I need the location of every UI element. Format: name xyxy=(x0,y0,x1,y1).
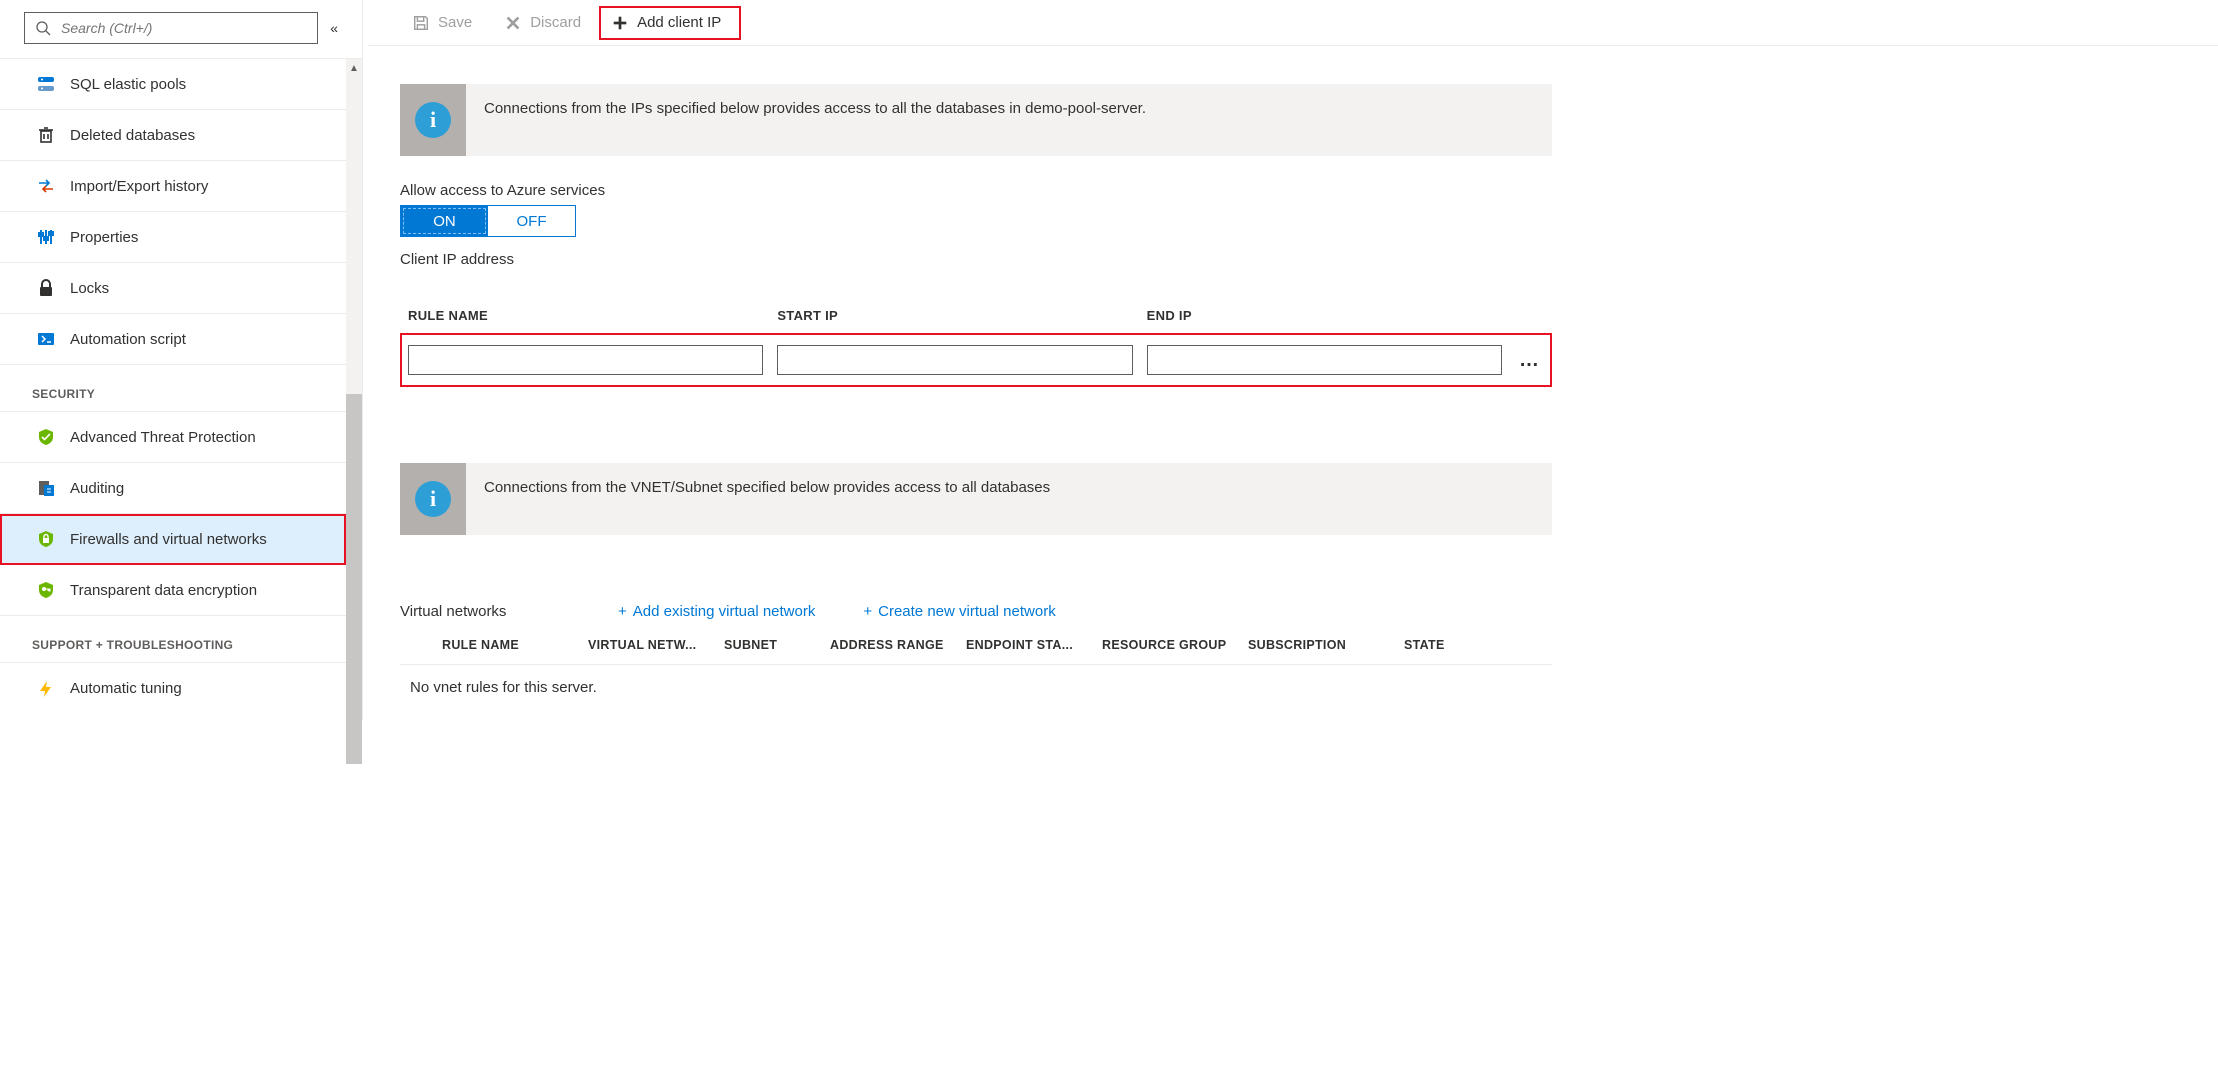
col-state: STATE xyxy=(1404,638,1464,652)
info-banner-ips: i Connections from the IPs specified bel… xyxy=(400,84,1552,156)
properties-icon xyxy=(36,227,56,247)
save-icon xyxy=(412,14,430,32)
shield-key-icon xyxy=(36,580,56,600)
vnet-table-header: RULE NAME VIRTUAL NETW... SUBNET ADDRESS… xyxy=(400,638,1552,665)
discard-icon xyxy=(504,14,522,32)
link-label: Add existing virtual network xyxy=(633,603,816,620)
shield-check-icon xyxy=(36,427,56,447)
main-content: Save Discard Add client IP i Connections… xyxy=(368,0,2218,720)
sidebar-item-label: Firewalls and virtual networks xyxy=(70,531,267,548)
sidebar-item-auditing[interactable]: Auditing xyxy=(0,463,346,514)
info-text: Connections from the VNET/Subnet specifi… xyxy=(466,463,1068,535)
vnet-actions: Virtual networks + Add existing virtual n… xyxy=(400,603,1552,620)
shield-lock-icon xyxy=(36,529,56,549)
trash-icon xyxy=(36,125,56,145)
start-ip-input[interactable] xyxy=(777,345,1132,375)
sidebar-item-deleted-databases[interactable]: Deleted databases xyxy=(0,110,346,161)
sidebar-item-label: Import/Export history xyxy=(70,178,208,195)
sidebar-item-transparent-data-encryption[interactable]: Transparent data encryption xyxy=(0,565,346,616)
sidebar-item-label: SQL elastic pools xyxy=(70,76,186,93)
search-input[interactable] xyxy=(51,20,307,36)
end-ip-input[interactable] xyxy=(1147,345,1502,375)
sidebar-scrollbar[interactable]: ▲ xyxy=(346,59,362,714)
save-button[interactable]: Save xyxy=(398,8,486,38)
virtual-networks-label: Virtual networks xyxy=(400,603,570,620)
sidebar: « SQL elastic pools Deleted databases Im… xyxy=(0,0,362,720)
sidebar-item-automatic-tuning[interactable]: Automatic tuning xyxy=(0,663,346,714)
auditing-icon xyxy=(36,478,56,498)
firewall-rule-row: … xyxy=(400,333,1552,387)
sidebar-item-locks[interactable]: Locks xyxy=(0,263,346,314)
sidebar-item-label: Transparent data encryption xyxy=(70,582,257,599)
lock-icon xyxy=(36,278,56,298)
toggle-on[interactable]: ON xyxy=(401,206,488,236)
search-box[interactable] xyxy=(24,12,318,44)
sidebar-item-properties[interactable]: Properties xyxy=(0,212,346,263)
sidebar-item-label: Locks xyxy=(70,280,109,297)
add-client-ip-button[interactable]: Add client IP xyxy=(599,6,741,40)
create-new-vnet-button[interactable]: + Create new virtual network xyxy=(863,603,1055,620)
plus-icon: + xyxy=(618,603,627,620)
col-virtual-network: VIRTUAL NETW... xyxy=(588,638,718,652)
client-ip-address-label: Client IP address xyxy=(400,251,1552,268)
row-more-button[interactable]: … xyxy=(1516,349,1544,372)
discard-label: Discard xyxy=(530,14,581,31)
vnet-empty-message: No vnet rules for this server. xyxy=(400,665,1552,710)
sidebar-item-sql-elastic-pools[interactable]: SQL elastic pools xyxy=(0,59,346,110)
bolt-icon xyxy=(36,679,56,699)
sidebar-item-automation-script[interactable]: Automation script xyxy=(0,314,346,365)
toolbar: Save Discard Add client IP xyxy=(368,0,2218,46)
col-rule-name: RULE NAME xyxy=(408,308,763,323)
col-subnet: SUBNET xyxy=(724,638,824,652)
info-icon: i xyxy=(415,102,451,138)
sidebar-item-label: Automatic tuning xyxy=(70,680,182,697)
info-banner-vnet: i Connections from the VNET/Subnet speci… xyxy=(400,463,1552,535)
collapse-sidebar-button[interactable]: « xyxy=(330,20,338,36)
search-icon xyxy=(35,20,51,36)
save-label: Save xyxy=(438,14,472,31)
col-address-range: ADDRESS RANGE xyxy=(830,638,960,652)
plus-icon xyxy=(611,14,629,32)
sidebar-item-firewalls-virtual-networks[interactable]: Firewalls and virtual networks xyxy=(0,514,346,565)
sidebar-item-import-export-history[interactable]: Import/Export history xyxy=(0,161,346,212)
import-export-icon xyxy=(36,176,56,196)
col-subscription: SUBSCRIPTION xyxy=(1248,638,1398,652)
scrollbar-up-arrow[interactable]: ▲ xyxy=(346,59,362,77)
plus-icon: + xyxy=(863,603,872,620)
col-start-ip: START IP xyxy=(777,308,1132,323)
col-rule-name: RULE NAME xyxy=(442,638,582,652)
col-resource-group: RESOURCE GROUP xyxy=(1102,638,1242,652)
col-end-ip: END IP xyxy=(1147,308,1502,323)
info-icon-box: i xyxy=(400,84,466,156)
sidebar-item-label: Automation script xyxy=(70,331,186,348)
section-header-support: SUPPORT + TROUBLESHOOTING xyxy=(0,616,346,663)
section-header-security: SECURITY xyxy=(0,365,346,412)
info-icon-box: i xyxy=(400,463,466,535)
scrollbar-thumb[interactable] xyxy=(346,394,362,764)
sidebar-item-label: Deleted databases xyxy=(70,127,195,144)
firewall-table-header: RULE NAME START IP END IP xyxy=(400,308,1552,333)
info-text: Connections from the IPs specified below… xyxy=(466,84,1164,156)
sidebar-item-advanced-threat-protection[interactable]: Advanced Threat Protection xyxy=(0,412,346,463)
discard-button[interactable]: Discard xyxy=(490,8,595,38)
allow-azure-label: Allow access to Azure services xyxy=(400,182,1552,199)
toggle-off[interactable]: OFF xyxy=(488,206,575,236)
rule-name-input[interactable] xyxy=(408,345,763,375)
allow-azure-toggle[interactable]: ON OFF xyxy=(400,205,576,237)
sidebar-item-label: Advanced Threat Protection xyxy=(70,429,256,446)
automation-icon xyxy=(36,329,56,349)
col-endpoint-status: ENDPOINT STA... xyxy=(966,638,1096,652)
add-client-ip-label: Add client IP xyxy=(637,14,721,31)
add-existing-vnet-button[interactable]: + Add existing virtual network xyxy=(618,603,815,620)
sidebar-item-label: Properties xyxy=(70,229,138,246)
link-label: Create new virtual network xyxy=(878,603,1056,620)
sidebar-item-label: Auditing xyxy=(70,480,124,497)
sql-pool-icon xyxy=(36,74,56,94)
info-icon: i xyxy=(415,481,451,517)
